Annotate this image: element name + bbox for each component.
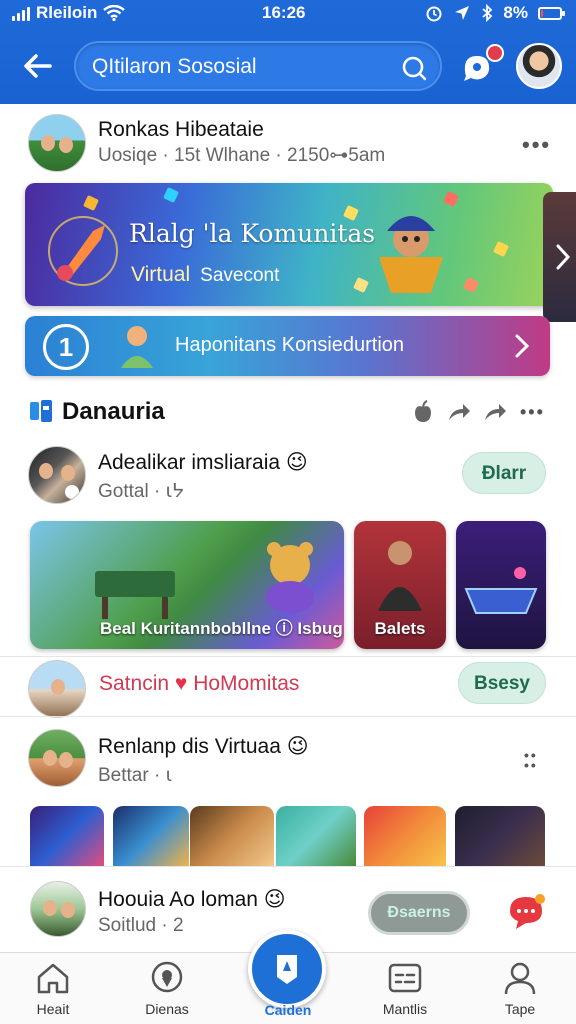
location-icon [455,6,470,20]
search-button[interactable]: Ðsaerns [368,891,470,935]
forward-icon[interactable] [482,400,508,424]
cartoon-bear-icon [266,542,314,613]
chevron-right-icon [556,244,571,270]
post-thumbnail[interactable]: Balets [354,521,446,649]
follow-button[interactable]: Ðlarr [462,452,546,494]
battery-icon [538,6,565,20]
battery-fill [541,9,543,17]
status-right: 8% [425,3,565,23]
consultation-banner[interactable]: 1 Haponitans Konsiedurtion [25,316,550,376]
search-icon[interactable] [400,54,428,82]
banner-subtitle-extra: Savecont [200,265,280,286]
post-meta: Bettar · ⍳ [98,765,173,786]
banner-subtitle: Virtual Savecont [131,263,279,287]
user-icon [504,962,536,995]
gallery-thumbnail[interactable] [113,806,189,866]
heart-icon: ♥ [174,672,188,695]
gallery-thumbnail[interactable] [364,806,446,866]
nav-profile[interactable]: Tape [475,961,565,1024]
avatar[interactable] [30,881,86,937]
gallery-thumbnail[interactable] [276,806,356,866]
nav-places[interactable]: Dienas [122,961,212,1024]
divider [0,656,576,657]
search-input[interactable] [92,53,392,81]
banner-number-badge: 1 [43,324,89,370]
chat-icon[interactable] [506,893,546,931]
post-author[interactable]: Hoouia Ao loman 😉 [98,887,286,912]
app-header: Rleiloin 16:26 8% [0,0,576,104]
avatar[interactable] [28,114,86,172]
status-bar: Rleiloin 16:26 8% [0,0,576,26]
carousel-next-button[interactable] [543,192,576,322]
community-tagline: Satncin ♥ HoMomitas [99,672,299,696]
create-label: Caiden [264,1002,312,1018]
chart-card-icon [388,963,422,993]
status-left: Rleiloin [12,3,126,23]
divider [0,716,576,717]
home-icon [37,963,69,994]
avatar[interactable] [28,729,86,787]
nav-home[interactable]: Heait [8,961,98,1024]
signal-icon [12,5,30,21]
create-post-button[interactable] [248,930,326,1008]
gallery-thumbnail[interactable] [455,806,545,866]
post-author[interactable]: Ronkas Hibeataie [98,118,264,142]
nav-label: Dienas [145,1001,189,1017]
post-author[interactable]: Adealikar imsliaraia 😉 [98,450,308,475]
action-button[interactable]: Bsesy [458,662,546,704]
more-options-icon[interactable]: ••• [522,132,551,158]
banner-title: Rlalg 'la Komunitas [129,219,376,248]
feed: Ronkas Hibeataie Uosiqe · 15t Wlhane · 2… [0,104,576,866]
post-thumbnail[interactable] [456,521,546,649]
performer-icon [378,541,422,611]
gallery-thumbnail[interactable] [190,806,274,866]
post-author[interactable]: Renlanp dis Virtuaa 😉 [98,734,309,759]
bluetooth-icon [482,4,493,22]
section-icon [30,400,52,422]
thumbnail-caption: Balets [374,619,426,638]
post-meta: Gottal · ⍳ᔭ [98,481,184,502]
game-table-icon [464,567,538,614]
battery-percent: 8% [503,3,528,22]
nav-messages[interactable]: Mantlis [360,961,450,1024]
compose-icon [277,955,297,984]
tagline-left: Satncin [99,672,170,695]
trumpet-icon [48,216,118,286]
table-icon [95,571,175,619]
banner-text: Haponitans Konsiedurtion [175,334,405,356]
mascot-icon [379,216,443,293]
profile-avatar[interactable] [516,43,562,89]
post-meta: Soitlud · 2 [98,915,184,936]
thumbnail-caption: Beal Kuritannbobllne ⓘ Isbug [100,619,343,638]
carrier-label: Rleiloin [36,3,98,22]
chevron-right-icon [515,334,530,358]
grid-dots-icon[interactable]: •• •• [524,748,544,772]
tagline-right: HoMomitas [193,672,300,695]
nav-label: Tape [504,1001,536,1017]
nav-label: Heait [36,1001,70,1017]
share-icon[interactable] [446,400,472,424]
banner-subtitle-main: Virtual [131,263,191,286]
notification-badge [486,44,504,62]
search-bar[interactable] [74,41,442,91]
back-arrow-icon[interactable] [20,48,56,84]
wifi-icon [103,5,126,21]
more-options-icon[interactable]: ••• [520,402,545,423]
apple-icon[interactable] [412,400,434,424]
gallery-thumbnail[interactable] [30,806,104,866]
community-banner[interactable]: Rlalg 'la Komunitas Virtual Savecont [25,183,553,306]
alarm-icon [426,6,442,22]
avatar[interactable] [28,446,86,504]
post-thumbnail[interactable]: Beal Kuritannbobllne ⓘ Isbug [30,521,344,649]
map-pin-icon [151,961,183,993]
person-icon [121,326,153,368]
clock: 16:26 [262,3,306,22]
post-meta: Uosiqe · 15t Wlhane · 2150⊶5am [98,145,386,166]
section-title: Danauria [62,398,165,425]
nav-label: Mantlis [382,1001,428,1017]
avatar[interactable] [28,660,86,718]
